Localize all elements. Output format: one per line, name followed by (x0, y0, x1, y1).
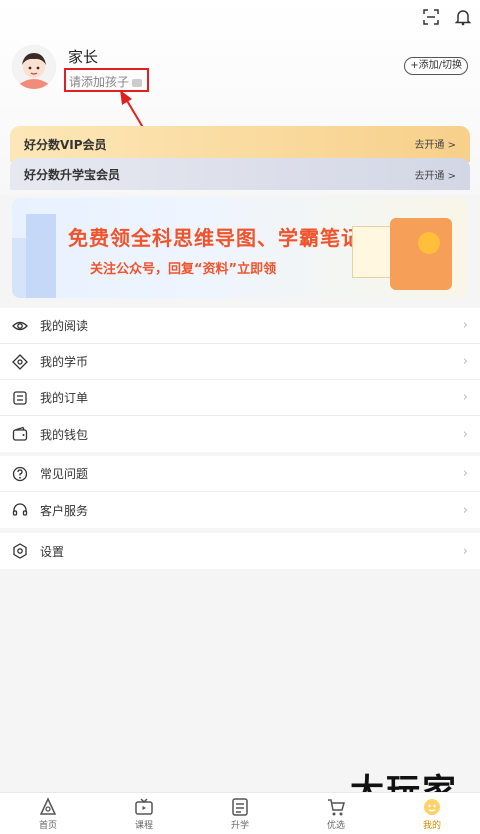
shengxuebao-title: 好分数升学宝会员 (24, 168, 121, 182)
avatar[interactable] (12, 45, 56, 89)
username: 家长 (68, 48, 99, 66)
order-icon (13, 390, 27, 405)
add-child-label: 请添加孩子 (69, 75, 130, 89)
banner-subline: 关注公众号，回复“资料”立即领 (90, 262, 277, 277)
tab-mine[interactable]: 我的 (384, 793, 480, 834)
home-icon (39, 797, 57, 815)
eye-icon (12, 321, 28, 330)
bottom-tab-bar: 首页 课程 升学 优选 我的 (0, 792, 480, 834)
app-root: 家长 请添加孩子 +添加/切换 好分数VIP会员 去开通 > 好分数升学宝会员 … (0, 0, 480, 834)
menu-item-coins[interactable]: 我的学币 › (0, 344, 480, 380)
tab-label: 升学 (230, 821, 249, 831)
document-icon (232, 798, 248, 816)
menu-group-account: 我的阅读 › 我的学币 › 我的订单 › 我的钱包 › (0, 308, 480, 452)
shengxuebao-open-button[interactable]: 去开通 > (414, 167, 456, 182)
top-icons (422, 8, 472, 26)
tab-label: 我的 (422, 821, 441, 831)
promo-banner[interactable]: 免费领全科思维导图、学霸笔记 关注公众号，回复“资料”立即领 (12, 198, 468, 298)
add-switch-button[interactable]: +添加/切换 (404, 57, 468, 75)
banner-headline: 免费领全科思维导图、学霸笔记 (68, 226, 362, 250)
chevron-right-icon: › (462, 543, 468, 559)
tab-label: 首页 (38, 821, 57, 831)
tab-youxuan[interactable]: 优选 (288, 793, 384, 834)
chevron-right-icon: › (462, 318, 468, 333)
tab-shengxue[interactable]: 升学 (192, 793, 288, 834)
menu-group-settings: 设置 › (0, 533, 480, 569)
shengxuebao-card[interactable]: 好分数升学宝会员 去开通 > (10, 158, 470, 190)
wallet-icon (12, 426, 28, 441)
edit-icon (132, 78, 143, 87)
tab-courses[interactable]: 课程 (96, 793, 192, 834)
building-illustration (26, 214, 56, 298)
chevron-right-icon: › (462, 354, 468, 369)
chevron-right-icon: › (462, 426, 468, 442)
chevron-right-icon: › (462, 390, 468, 405)
coin-illustration (418, 232, 440, 254)
menu-item-customer-service[interactable]: 客户服务 › (0, 492, 480, 528)
question-icon (12, 466, 28, 481)
menu-label: 我的学币 (40, 355, 89, 369)
tab-label: 优选 (326, 821, 345, 831)
vip-card[interactable]: 好分数VIP会员 去开通 > (10, 126, 470, 162)
menu-item-settings[interactable]: 设置 › (0, 533, 480, 569)
menu-item-wallet[interactable]: 我的钱包 › (0, 416, 480, 452)
menu-group-help: 常见问题 › 客户服务 › (0, 456, 480, 528)
coin-icon (12, 353, 28, 370)
add-child-link[interactable]: 请添加孩子 (64, 68, 149, 92)
tv-icon (135, 798, 153, 815)
menu-label: 我的钱包 (40, 427, 89, 442)
gear-icon (13, 543, 27, 559)
scan-icon[interactable] (422, 8, 440, 26)
menu-label: 客户服务 (40, 503, 89, 518)
chevron-right-icon: › (462, 466, 468, 481)
menu-item-reading[interactable]: 我的阅读 › (0, 308, 480, 344)
menu-label: 我的阅读 (40, 319, 89, 333)
bell-icon[interactable] (454, 8, 472, 26)
tab-home[interactable]: 首页 (0, 793, 96, 834)
headset-icon (12, 503, 28, 516)
menu-label: 设置 (40, 544, 65, 559)
profile-icon (424, 799, 440, 815)
menu-label: 我的订单 (40, 391, 89, 405)
menu-item-faq[interactable]: 常见问题 › (0, 456, 480, 492)
chevron-right-icon: › (462, 502, 468, 518)
menu-label: 常见问题 (40, 467, 89, 481)
menu-item-orders[interactable]: 我的订单 › (0, 380, 480, 416)
vip-open-button[interactable]: 去开通 > (414, 136, 456, 151)
gift-box-illustration (390, 218, 452, 290)
cart-icon (328, 799, 345, 816)
tab-label: 课程 (134, 821, 153, 831)
vip-title: 好分数VIP会员 (24, 138, 107, 152)
